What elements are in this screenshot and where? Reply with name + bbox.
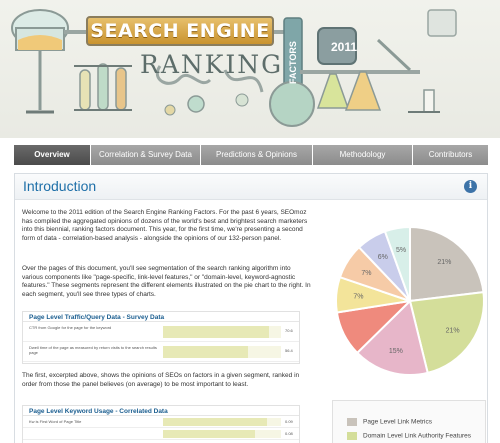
bar-track — [163, 430, 281, 438]
panel-title: Page Level Keyword Usage - Correlated Da… — [23, 406, 299, 416]
header-factors-label: FACTORS — [288, 41, 298, 85]
legend-swatch — [347, 418, 357, 426]
correlated-data-panel: Page Level Keyword Usage - Correlated Da… — [22, 405, 300, 443]
intro-header-bar: Introduction i — [15, 174, 487, 200]
legend-label: Domain Level Link Authority Features — [363, 432, 472, 440]
pie-slice-label: 21% — [446, 327, 460, 334]
intro-title: Introduction — [23, 178, 97, 194]
row-value: 70.6 — [285, 328, 293, 333]
bar-fill — [163, 346, 248, 358]
table-row: CTR from Google for the page for the key… — [23, 322, 299, 342]
legend-label: Page Level Link Metrics — [363, 418, 433, 426]
tab-contributors[interactable]: Contributors — [413, 145, 488, 165]
pie-slice-label: 5% — [396, 247, 406, 254]
intro-paragraph-2: Over the pages of this document, you'll … — [22, 265, 311, 298]
bar-fill — [163, 430, 256, 438]
legend-item: Domain Level Link Authority Features — [347, 432, 471, 442]
bar-fill — [163, 418, 267, 426]
row-value: 0.09 — [285, 419, 293, 424]
header-script-word: RANKING — [140, 50, 284, 79]
row-label: Dwell time of the page as measured by re… — [29, 345, 157, 355]
table-row: 0.08 — [23, 428, 299, 440]
intro-paragraph-1: Welcome to the 2011 edition of the Searc… — [22, 209, 308, 242]
pie-slice-label: 21% — [437, 259, 451, 266]
row-value: 0.08 — [285, 431, 293, 436]
header-illustration: SEARCH ENGINE RANKING FACTORS 2011 — [0, 0, 500, 138]
row-label: Kw is First Word of Page Title — [29, 419, 82, 424]
tab-overview[interactable]: Overview — [14, 145, 91, 165]
table-row: Dwell time of the page as measured by re… — [23, 342, 299, 362]
tab-correlation-survey-data[interactable]: Correlation & Survey Data — [91, 145, 201, 165]
bar-fill — [163, 326, 270, 338]
table-row: Kw is First Word of Page Title 0.09 — [23, 416, 299, 428]
pie-legend: Page Level Link Metrics Domain Level Lin… — [332, 400, 486, 443]
main-nav-tabs: Overview Correlation & Survey Data Predi… — [14, 145, 488, 165]
pie-slice-label: 6% — [378, 254, 388, 261]
intro-paragraph-3: The first, excerpted above, shows the op… — [22, 372, 300, 388]
pie-slice-label: 15% — [389, 348, 403, 355]
row-label: CTR from Google for the page for the key… — [29, 325, 112, 330]
bar-track — [163, 326, 281, 338]
info-icon[interactable]: i — [464, 180, 477, 193]
header-year: 2011 — [331, 40, 358, 54]
row-value: 56.4 — [285, 348, 293, 353]
intro-content-area: Introduction i Welcome to the 2011 editi… — [14, 173, 488, 443]
pie-slice-label: 7% — [361, 270, 371, 277]
bar-track — [163, 418, 281, 426]
bar-track — [163, 346, 281, 358]
legend-item: Page Level Link Metrics — [347, 418, 432, 428]
header-title-sign: SEARCH ENGINE — [86, 16, 274, 46]
legend-swatch — [347, 432, 357, 440]
tab-predictions-opinions[interactable]: Predictions & Opinions — [201, 145, 313, 165]
tab-methodology[interactable]: Methodology — [313, 145, 413, 165]
ranking-factors-pie-chart: 21% 21% 15% 7% 7% 6% 5% — [335, 225, 485, 376]
pie-slice-label: 7% — [353, 294, 363, 301]
survey-data-panel: Page Level Traffic/Query Data - Survey D… — [22, 311, 300, 364]
panel-title: Page Level Traffic/Query Data - Survey D… — [23, 312, 299, 322]
